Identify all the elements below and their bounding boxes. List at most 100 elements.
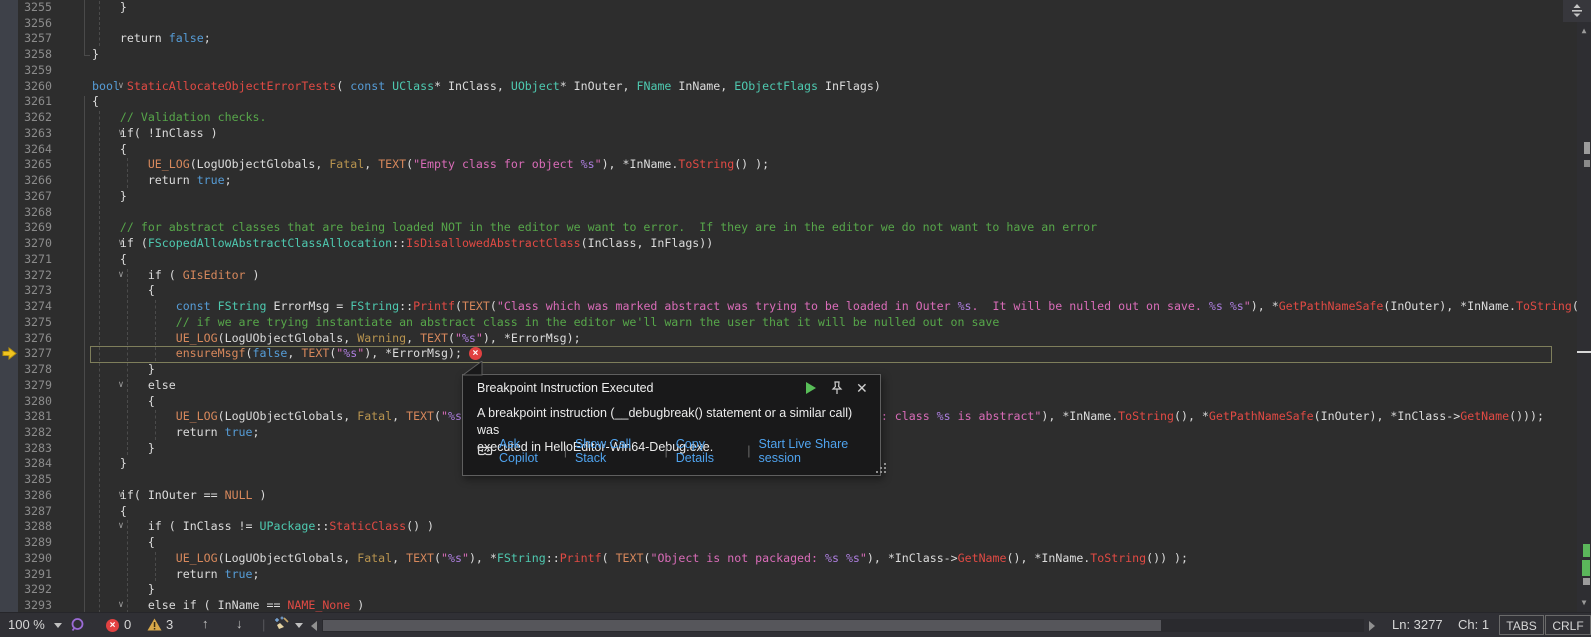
code-line-3289[interactable]: 3289{ — [18, 535, 1577, 551]
line-number[interactable]: 3270 — [18, 236, 58, 252]
code-line-3288[interactable]: 3288∨if ( InClass != UPackage::StaticCla… — [18, 519, 1577, 535]
line-number[interactable]: 3277 — [18, 346, 58, 362]
code-cleanup-dropdown-icon[interactable] — [295, 623, 303, 628]
line-number[interactable]: 3276 — [18, 331, 58, 347]
pin-icon[interactable] — [830, 381, 844, 395]
hscroll-right-icon[interactable] — [1369, 621, 1375, 631]
code-line-3259[interactable]: 3259 — [18, 63, 1577, 79]
line-number[interactable]: 3255 — [18, 0, 58, 16]
code-line-3255[interactable]: 3255} — [18, 0, 1577, 16]
line-number[interactable]: 3279 — [18, 378, 58, 394]
code-line-3266[interactable]: 3266return true; — [18, 173, 1577, 189]
line-number[interactable]: 3272 — [18, 268, 58, 284]
line-number[interactable]: 3257 — [18, 31, 58, 47]
code-line-3264[interactable]: 3264{ — [18, 142, 1577, 158]
line-number[interactable]: 3267 — [18, 189, 58, 205]
code-line-3263[interactable]: 3263∨if( !InClass ) — [18, 126, 1577, 142]
line-number[interactable]: 3264 — [18, 142, 58, 158]
line-number[interactable]: 3291 — [18, 567, 58, 583]
error-badge-icon[interactable]: × — [106, 619, 119, 632]
show-call-stack-link[interactable]: Show Call Stack — [575, 437, 657, 465]
copy-details-link[interactable]: Copy Details — [676, 437, 740, 465]
line-number[interactable]: 3260 — [18, 79, 58, 95]
code-line-3256[interactable]: 3256 — [18, 16, 1577, 32]
close-icon[interactable]: ✕ — [856, 381, 870, 395]
line-number[interactable]: 3289 — [18, 535, 58, 551]
code-line-3287[interactable]: 3287{ — [18, 504, 1577, 520]
code-line-3271[interactable]: 3271{ — [18, 252, 1577, 268]
code-line-3273[interactable]: 3273{ — [18, 283, 1577, 299]
code-line-3293[interactable]: 3293∨else if ( InName == NAME_None ) — [18, 598, 1577, 612]
ask-copilot-link[interactable]: Ask Copilot — [499, 437, 556, 465]
code-line-3276[interactable]: 3276UE_LOG(LogUObjectGlobals, Warning, T… — [18, 331, 1577, 347]
code-line-3260[interactable]: 3260∨bool StaticAllocateObjectErrorTests… — [18, 79, 1577, 95]
code-line-3270[interactable]: 3270∨if (FScopedAllowAbstractClassAlloca… — [18, 236, 1577, 252]
line-number[interactable]: 3293 — [18, 598, 58, 612]
dialog-resize-grip[interactable] — [876, 471, 878, 473]
code-line-3268[interactable]: 3268 — [18, 205, 1577, 221]
line-number[interactable]: 3274 — [18, 299, 58, 315]
zoom-level[interactable]: 100 % — [8, 617, 45, 632]
continue-play-icon[interactable] — [804, 381, 818, 395]
code-cleanup-icon[interactable] — [274, 616, 291, 636]
line-number[interactable]: 3280 — [18, 394, 58, 410]
line-number[interactable]: 3263 — [18, 126, 58, 142]
code-line-3292[interactable]: 3292} — [18, 582, 1577, 598]
warning-count[interactable]: 3 — [166, 617, 173, 632]
scroll-up-icon[interactable]: ▲ — [1577, 26, 1591, 35]
error-count[interactable]: 0 — [124, 617, 131, 632]
code-line-3272[interactable]: 3272∨if ( GIsEditor ) — [18, 268, 1577, 284]
zoom-dropdown-icon[interactable] — [54, 623, 62, 628]
line-number[interactable]: 3292 — [18, 582, 58, 598]
code-line-3262[interactable]: 3262// Validation checks. — [18, 110, 1577, 126]
code-line-3267[interactable]: 3267} — [18, 189, 1577, 205]
start-live-share-link[interactable]: Start Live Share session — [759, 437, 880, 465]
line-number[interactable]: 3286 — [18, 488, 58, 504]
horizontal-scrollbar-thumb[interactable] — [323, 620, 1161, 631]
horizontal-scrollbar[interactable] — [322, 619, 1364, 632]
line-number[interactable]: 3265 — [18, 157, 58, 173]
line-number[interactable]: 3258 — [18, 47, 58, 63]
code-line-3286[interactable]: 3286∨if( InOuter == NULL ) — [18, 488, 1577, 504]
document-health-icon[interactable] — [70, 617, 85, 635]
line-number[interactable]: 3262 — [18, 110, 58, 126]
line-number[interactable]: 3278 — [18, 362, 58, 378]
vertical-scrollbar[interactable]: ▲ ▼ — [1577, 0, 1591, 612]
line-ending-toggle[interactable]: CRLF — [1545, 615, 1591, 635]
line-number[interactable]: 3259 — [18, 63, 58, 79]
line-number[interactable]: 3273 — [18, 283, 58, 299]
code-line-3257[interactable]: 3257return false; — [18, 31, 1577, 47]
line-number[interactable]: 3281 — [18, 409, 58, 425]
code-line-3265[interactable]: 3265UE_LOG(LogUObjectGlobals, Fatal, TEX… — [18, 157, 1577, 173]
line-number[interactable]: 3288 — [18, 519, 58, 535]
tabs-mode-toggle[interactable]: TABS — [1499, 615, 1544, 635]
code-line-3269[interactable]: 3269// for abstract classes that are bei… — [18, 220, 1577, 236]
prev-issue-icon[interactable]: ↑ — [202, 616, 209, 631]
line-number[interactable]: 3261 — [18, 94, 58, 110]
code-line-3275[interactable]: 3275// if we are trying instantiate an a… — [18, 315, 1577, 331]
line-number[interactable]: 3284 — [18, 456, 58, 472]
line-number[interactable]: 3256 — [18, 16, 58, 32]
code-line-3291[interactable]: 3291return true; — [18, 567, 1577, 583]
line-number[interactable]: 3275 — [18, 315, 58, 331]
line-number[interactable]: 3266 — [18, 173, 58, 189]
line-number[interactable]: 3290 — [18, 551, 58, 567]
line-number[interactable]: 3268 — [18, 205, 58, 221]
code-line-3261[interactable]: 3261{ — [18, 94, 1577, 110]
line-number[interactable]: 3282 — [18, 425, 58, 441]
split-editor-handle[interactable] — [1563, 0, 1591, 22]
warning-icon[interactable] — [147, 618, 162, 634]
code-line-3290[interactable]: 3290UE_LOG(LogUObjectGlobals, Fatal, TEX… — [18, 551, 1577, 567]
breakpoint-gutter[interactable] — [0, 0, 18, 612]
scroll-down-icon[interactable]: ▼ — [1577, 598, 1591, 607]
code-line-3274[interactable]: 3274const FString ErrorMsg = FString::Pr… — [18, 299, 1577, 315]
code-area[interactable]: 3255}32563257return false;3258}32593260∨… — [18, 0, 1577, 612]
line-number[interactable]: 3287 — [18, 504, 58, 520]
line-number[interactable]: 3283 — [18, 441, 58, 457]
line-number[interactable]: 3269 — [18, 220, 58, 236]
hscroll-left-icon[interactable] — [311, 621, 317, 631]
line-number[interactable]: 3285 — [18, 472, 58, 488]
line-number[interactable]: 3271 — [18, 252, 58, 268]
code-line-3258[interactable]: 3258} — [18, 47, 1577, 63]
next-issue-icon[interactable]: ↓ — [236, 616, 243, 631]
